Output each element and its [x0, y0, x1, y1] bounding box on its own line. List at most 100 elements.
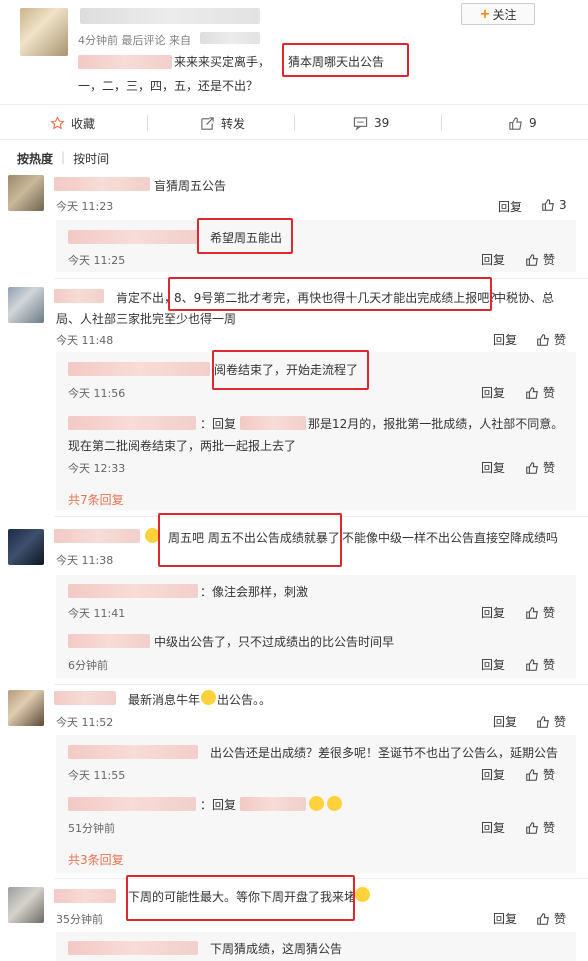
plus-icon: + — [479, 6, 491, 22]
reply-time: 51分钟前 — [68, 822, 115, 835]
emoji-icon — [201, 690, 216, 705]
post-username[interactable] — [80, 8, 260, 24]
comment-like-button[interactable]: 3 — [541, 198, 567, 212]
reply-like-button[interactable]: 赞 — [525, 819, 555, 836]
star-icon — [50, 115, 65, 129]
comment-text-suffix: 出公告。。 — [217, 693, 272, 707]
reply-time: 今天 12:33 — [68, 462, 126, 475]
reply-time: 今天 11:41 — [68, 607, 126, 620]
comment-like-button[interactable]: 赞 — [536, 713, 566, 730]
comment-text-line2: 局、人社部三家批完至少也得一周 — [56, 312, 237, 326]
comment-text-suffix: 不能像中级一样不出公告直接空降成绩吗 — [342, 531, 559, 545]
action-bar: 收藏 转发 39 9 — [0, 104, 588, 140]
reply-like-button[interactable]: 赞 — [525, 604, 555, 621]
favorite-button[interactable]: 收藏 — [50, 105, 95, 141]
comment-text: 盲猜周五公告 — [154, 179, 227, 193]
reply-button[interactable]: 回复 — [493, 331, 517, 348]
comment-avatar[interactable] — [8, 887, 44, 923]
reply-button[interactable]: 回复 — [498, 198, 522, 215]
thumbs-up-icon — [537, 715, 549, 728]
reply-text: ：回复 — [200, 798, 237, 812]
reply-text: ：像注会那样，刺激 — [200, 585, 309, 599]
reply-prefix: ：回复 — [200, 417, 237, 431]
divider — [441, 115, 442, 131]
forward-button[interactable]: 转发 — [200, 105, 245, 141]
thumbs-up-icon — [509, 116, 522, 130]
comment-text-suffix: 中税协、总 — [494, 291, 555, 305]
reply-mention[interactable] — [240, 416, 306, 430]
comment-icon — [353, 116, 368, 131]
thumbs-up-icon — [537, 912, 549, 925]
reply-username[interactable] — [68, 797, 196, 811]
like-button[interactable]: 9 — [508, 105, 537, 141]
reply-text: 出公告还是出成绩？差很多呢！圣诞节不也出了公告么，延期公告 — [210, 746, 559, 760]
more-replies-link[interactable]: 共7条回复 — [68, 491, 124, 508]
reply-button[interactable]: 回复 — [481, 819, 505, 836]
comment-avatar[interactable] — [8, 287, 44, 323]
reply-username[interactable] — [68, 634, 150, 648]
reply-time: 今天 11:55 — [68, 769, 126, 782]
thumbs-up-icon — [526, 606, 538, 619]
reply-button[interactable]: 回复 — [481, 604, 505, 621]
sort-hot[interactable]: 按热度 — [17, 150, 53, 167]
thumbs-up-icon — [526, 821, 538, 834]
reply-username[interactable] — [68, 362, 210, 376]
reply-text-line2: 现在第二批阅卷结束了，两批一起报上去了 — [68, 439, 297, 453]
comment-button[interactable]: 39 — [353, 105, 389, 141]
reply-like-button[interactable]: 赞 — [525, 766, 555, 783]
comment-avatar[interactable] — [8, 529, 44, 565]
comment-avatar[interactable] — [8, 690, 44, 726]
reply-like-button[interactable]: 赞 — [525, 656, 555, 673]
reply-button[interactable]: 回复 — [481, 656, 505, 673]
emoji-icon — [327, 796, 342, 811]
post-avatar[interactable] — [20, 8, 68, 56]
reply-time: 6分钟前 — [68, 659, 108, 672]
reply-text: 中级出公告了，只不过成绩出的比公告时间早 — [154, 635, 395, 649]
reply-button[interactable]: 回复 — [481, 459, 505, 476]
reply-button[interactable]: 回复 — [481, 251, 505, 268]
comment-avatar[interactable] — [8, 175, 44, 211]
reply-time: 今天 11:56 — [68, 387, 126, 400]
reply-mention[interactable] — [240, 797, 306, 811]
highlight-box — [212, 350, 369, 390]
reply-button[interactable]: 回复 — [493, 910, 517, 927]
reply-username[interactable] — [68, 416, 196, 430]
reply-like-button[interactable]: 赞 — [525, 459, 555, 476]
comment-username[interactable] — [54, 177, 150, 191]
follow-button[interactable]: + 关注 — [461, 3, 535, 25]
reply-like-button[interactable]: 赞 — [525, 384, 555, 401]
thumbs-up-icon — [526, 253, 538, 266]
thumbs-up-icon — [526, 461, 538, 474]
highlight-box — [158, 513, 342, 567]
highlight-box — [126, 875, 355, 921]
sort-divider: | — [61, 150, 66, 164]
emoji-icon — [355, 887, 370, 902]
comment-username[interactable] — [54, 529, 140, 543]
highlight-box — [197, 218, 293, 254]
reply-time: 今天 11:25 — [68, 254, 126, 267]
more-replies-link[interactable]: 共3条回复 — [68, 851, 124, 868]
comment-username[interactable] — [54, 289, 104, 303]
reply-button[interactable]: 回复 — [481, 766, 505, 783]
post-mention[interactable] — [78, 55, 172, 69]
comment-text-prefix: 肯定不出， — [116, 291, 177, 305]
comment-username[interactable] — [54, 691, 116, 705]
post-meta: 4分钟前 最后评论 来自 — [78, 34, 191, 47]
sort-time[interactable]: 按时间 — [73, 150, 109, 167]
reply-username[interactable] — [68, 941, 198, 955]
sort-bar: 按热度 | 按时间 — [17, 150, 109, 167]
reply-text: 下周猜成绩，这周猜公告 — [210, 942, 343, 956]
comment-like-button[interactable]: 赞 — [536, 331, 566, 348]
reply-text: 那是12月的，报批第一批成绩，人社部不同意。 — [308, 417, 564, 431]
reply-button[interactable]: 回复 — [493, 713, 517, 730]
post-text-line2: 一，二，三，四，五，还是不出？ — [78, 79, 259, 93]
reply-username[interactable] — [68, 230, 198, 244]
reply-button[interactable]: 回复 — [481, 384, 505, 401]
reply-like-button[interactable]: 赞 — [525, 251, 555, 268]
comment-like-button[interactable]: 赞 — [536, 910, 566, 927]
comment-username[interactable] — [54, 889, 116, 903]
reply-username[interactable] — [68, 584, 198, 598]
forward-icon — [201, 116, 214, 130]
comment-time: 今天 11:38 — [56, 554, 114, 567]
reply-username[interactable] — [68, 745, 198, 759]
